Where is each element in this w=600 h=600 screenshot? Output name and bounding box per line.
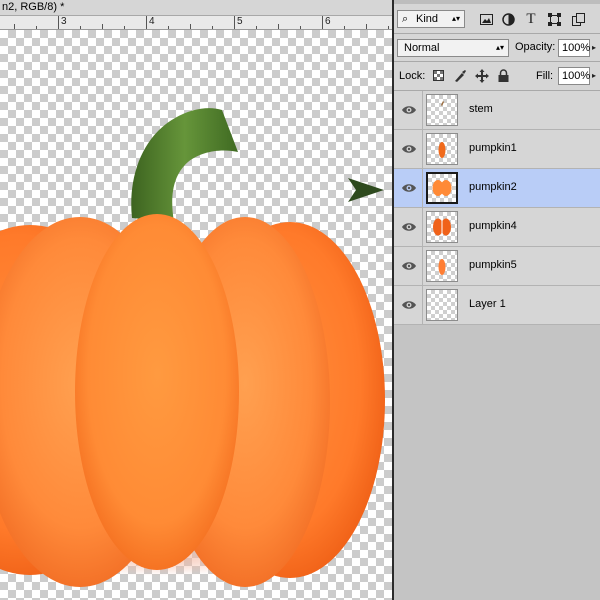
fill-label: Fill: <box>536 70 554 82</box>
layer-row-pumpkin1[interactable]: pumpkin1 <box>394 130 600 169</box>
layers-panel: ⌕ Kind ▴▾ T Normal ▴▾ Opacity: 100% ▸ Lo… <box>394 0 600 600</box>
document-canvas[interactable] <box>0 30 392 600</box>
layer-thumbnail[interactable] <box>426 211 458 243</box>
column-divider <box>422 286 423 324</box>
layer-thumbnail[interactable] <box>426 94 458 126</box>
ruler-number: 5 <box>237 16 243 27</box>
lock-all-icon[interactable] <box>496 68 511 83</box>
adjustment-filter-icon[interactable] <box>500 11 516 27</box>
ruler-number: 3 <box>61 16 67 27</box>
separator <box>394 61 600 62</box>
blend-row: Normal ▴▾ Opacity: 100% ▸ <box>394 36 600 60</box>
layer-name[interactable]: pumpkin1 <box>469 142 517 154</box>
opacity-label: Opacity: <box>515 41 556 53</box>
layer-row-layer-1[interactable]: Layer 1 <box>394 286 600 325</box>
column-divider <box>422 91 423 129</box>
layer-name[interactable]: pumpkin2 <box>469 181 517 193</box>
layer-name[interactable]: Layer 1 <box>469 298 506 310</box>
layer-thumbnail[interactable] <box>426 250 458 282</box>
filter-kind-select[interactable]: ⌕ Kind ▴▾ <box>397 10 465 28</box>
layer-row-pumpkin5[interactable]: pumpkin5 <box>394 247 600 286</box>
opacity-dropdown-arrow-icon[interactable]: ▸ <box>592 39 600 57</box>
opacity-value: 100% <box>562 42 591 54</box>
layer-row-pumpkin4[interactable]: pumpkin4 <box>394 208 600 247</box>
lock-row: Lock: Fill: 100% ▸ <box>394 64 600 88</box>
ruler-number: 6 <box>325 16 331 27</box>
pumpkin-artwork <box>0 108 385 587</box>
filter-kind-label: Kind <box>416 13 439 25</box>
shape-filter-icon[interactable] <box>546 11 562 27</box>
layer-thumbnail[interactable] <box>426 172 458 204</box>
pointer-arrow-icon <box>348 178 384 202</box>
column-divider <box>422 169 423 207</box>
panel-header-edge <box>394 0 600 4</box>
smart-object-filter-icon[interactable] <box>570 11 586 27</box>
layer-name[interactable]: pumpkin5 <box>469 259 517 271</box>
layers-list: stem pumpkin1 pumpkin2 pumpkin4 pumpkin5… <box>394 91 600 325</box>
separator <box>394 33 600 34</box>
ruler-number: 4 <box>149 16 155 27</box>
top-ruler[interactable]: 3 4 5 6 <box>0 16 392 30</box>
eye-visibility-icon[interactable] <box>401 142 417 156</box>
fill-dropdown-arrow-icon[interactable]: ▸ <box>592 67 600 85</box>
type-filter-icon[interactable]: T <box>523 11 539 27</box>
image-filter-icon[interactable] <box>478 11 494 27</box>
blend-mode-value: Normal <box>404 42 440 54</box>
lock-transparent-pixels-icon[interactable] <box>431 68 446 83</box>
layers-empty-area <box>394 325 600 600</box>
layer-thumbnail[interactable] <box>426 289 458 321</box>
lock-label: Lock: <box>399 70 426 82</box>
lock-position-icon[interactable] <box>474 68 489 83</box>
column-divider <box>422 130 423 168</box>
layer-row-pumpkin2[interactable]: pumpkin2 <box>394 169 600 208</box>
layer-thumbnail[interactable] <box>426 133 458 165</box>
layer-name[interactable]: stem <box>469 103 493 115</box>
blend-mode-select[interactable]: Normal ▴▾ <box>397 39 509 57</box>
ruler-ticks <box>14 16 389 29</box>
layer-name[interactable]: pumpkin4 <box>469 220 517 232</box>
updown-arrows-icon: ▴▾ <box>451 14 460 23</box>
fill-value: 100% <box>562 70 591 82</box>
lock-image-pixels-icon[interactable] <box>452 68 467 83</box>
eye-visibility-icon[interactable] <box>401 103 417 117</box>
eye-visibility-icon[interactable] <box>401 298 417 312</box>
layer-row-stem[interactable]: stem <box>394 91 600 130</box>
opacity-input[interactable]: 100% <box>558 39 590 57</box>
layer-filter-row: ⌕ Kind ▴▾ T <box>394 6 600 32</box>
updown-arrows-icon: ▴▾ <box>495 43 504 52</box>
document-tab[interactable]: n2, RGB/8) * <box>0 0 392 16</box>
document-title: n2, RGB/8) * <box>2 1 65 13</box>
column-divider <box>422 208 423 246</box>
eye-visibility-icon[interactable] <box>401 181 417 195</box>
eye-visibility-icon[interactable] <box>401 220 417 234</box>
fill-input[interactable]: 100% <box>558 67 590 85</box>
column-divider <box>422 247 423 285</box>
eye-visibility-icon[interactable] <box>401 259 417 273</box>
search-icon: ⌕ <box>402 13 409 25</box>
